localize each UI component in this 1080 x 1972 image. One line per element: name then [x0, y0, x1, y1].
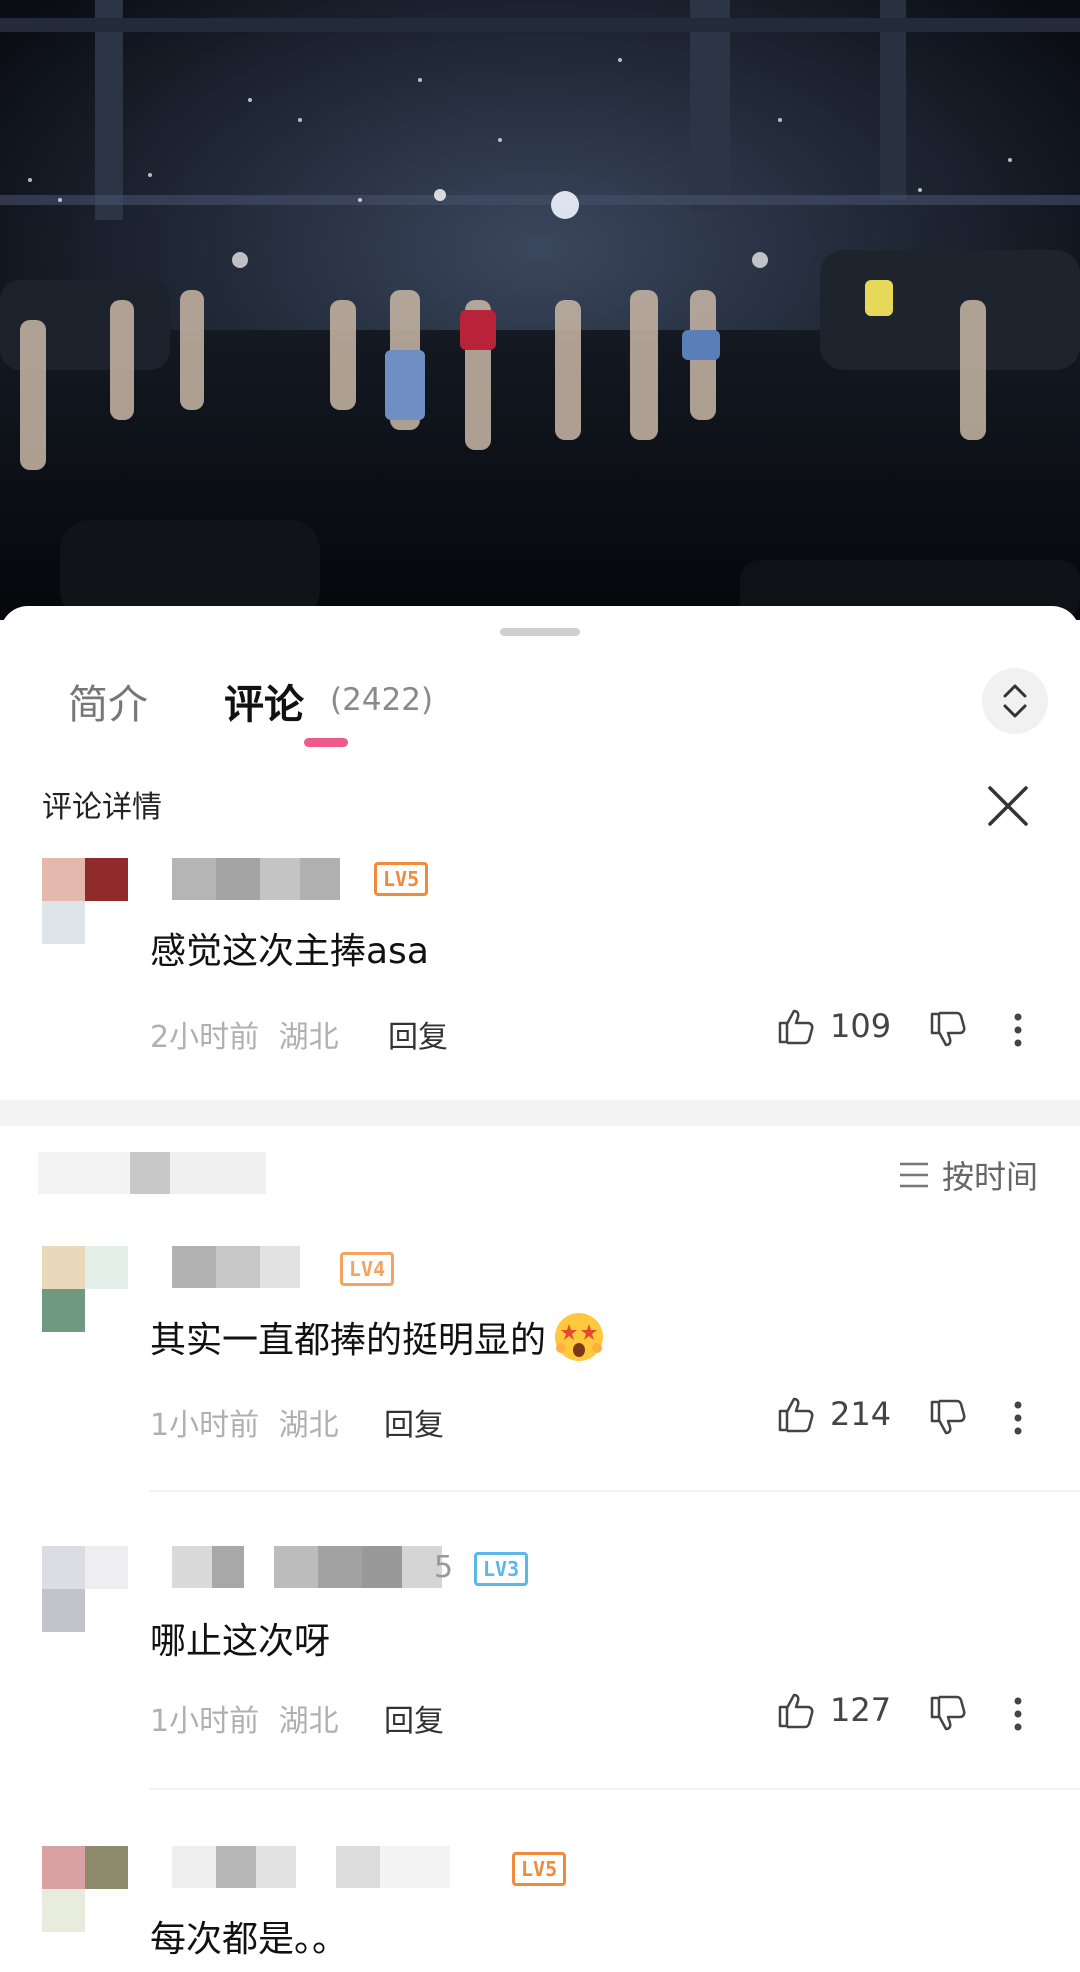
reply-item: LV4 其实一直都捧的挺明显的 1小时前 湖北 回复 214 [0, 1246, 1080, 1476]
comment-time: 1小时前 [150, 1408, 260, 1443]
thumbs-down-icon[interactable] [928, 1010, 968, 1050]
reply-divider [150, 1788, 1080, 1790]
comments-count: (2422) [330, 682, 434, 718]
like-count: 109 [830, 1007, 892, 1045]
section-divider [0, 1100, 1080, 1126]
comment-meta: 1小时前 湖北 [150, 1696, 339, 1740]
reply-item: LV5 每次都是。。 [0, 1846, 1080, 1972]
tab-comments[interactable]: 评论 [224, 672, 304, 730]
comment-time: 1小时前 [150, 1704, 260, 1739]
comment-text: 哪止这次呀 [150, 1621, 331, 1662]
top-comment: LV5 感觉这次主捧asa 2小时前 湖北 回复 109 [0, 858, 1080, 1178]
thumbs-up-icon [778, 1693, 814, 1729]
replies-header-blurred [38, 1152, 266, 1194]
avatar[interactable] [42, 1846, 128, 1932]
thumbs-down-icon[interactable] [928, 1398, 968, 1438]
more-options-icon[interactable] [1012, 1696, 1024, 1732]
username-blurred[interactable] [172, 1246, 300, 1288]
comment-time: 2小时前 [150, 1020, 260, 1055]
sheet-drag-handle[interactable] [500, 628, 580, 636]
more-options-icon[interactable] [1012, 1400, 1024, 1436]
like-count: 127 [830, 1691, 892, 1729]
thumbs-up-icon [778, 1397, 814, 1433]
like-count: 214 [830, 1395, 892, 1433]
avatar[interactable] [42, 1546, 128, 1632]
reply-button[interactable]: 回复 [384, 1400, 444, 1444]
expand-collapse-button[interactable] [982, 668, 1048, 734]
comment-text: 其实一直都捧的挺明显的 [150, 1310, 606, 1364]
reply-item: 5 LV3 哪止这次呀 1小时前 湖北 回复 127 [0, 1546, 1080, 1776]
avatar[interactable] [42, 858, 128, 944]
comment-meta: 1小时前 湖北 [150, 1400, 339, 1444]
comment-detail-title: 评论详情 [42, 790, 162, 825]
reply-button[interactable]: 回复 [384, 1696, 444, 1740]
comment-location: 湖北 [278, 1704, 339, 1739]
like-button[interactable]: 214 [776, 1394, 891, 1434]
chevron-up-down-icon [1003, 684, 1027, 718]
tab-intro[interactable]: 简介 [68, 672, 148, 730]
comment-location: 湖北 [278, 1408, 339, 1443]
username-blurred[interactable] [172, 1546, 442, 1588]
like-button[interactable]: 127 [776, 1690, 891, 1730]
close-icon[interactable] [986, 784, 1030, 828]
level-badge: LV5 [512, 1852, 567, 1886]
more-options-icon[interactable] [1012, 1012, 1024, 1048]
thumbs-up-icon [778, 1009, 814, 1045]
username-blurred[interactable] [172, 1846, 450, 1888]
level-badge: LV5 [374, 862, 429, 896]
level-badge: LV3 [474, 1552, 529, 1586]
sort-label: 按时间 [942, 1158, 1039, 1196]
comment-meta: 2小时前 湖北 [150, 1012, 339, 1056]
level-badge: LV4 [340, 1252, 395, 1286]
comment-text: 每次都是。。 [150, 1919, 349, 1960]
like-button[interactable]: 109 [776, 1006, 891, 1046]
reply-button[interactable]: 回复 [388, 1012, 448, 1056]
avatar[interactable] [42, 1246, 128, 1332]
sort-by-time-button[interactable]: 按时间 [898, 1152, 1038, 1198]
comment-text-content: 其实一直都捧的挺明显的 [150, 1320, 547, 1361]
reply-divider [150, 1490, 1080, 1492]
username-blurred[interactable] [172, 858, 340, 900]
comment-text: 感觉这次主捧asa [150, 931, 429, 972]
thumbs-down-icon[interactable] [928, 1694, 968, 1734]
video-player[interactable] [0, 0, 1080, 620]
comments-sheet: 简介 评论 (2422) 评论详情 LV5 感觉这次主捧asa 2小时前 湖北 [0, 606, 1080, 1972]
username-suffix: 5 [434, 1550, 454, 1585]
active-tab-indicator [304, 738, 348, 747]
menu-lines-icon [900, 1162, 928, 1188]
star-eyes-emoji-icon [555, 1313, 604, 1361]
comment-location: 湖北 [278, 1020, 339, 1055]
video-frame-dance-scene [0, 0, 1080, 620]
